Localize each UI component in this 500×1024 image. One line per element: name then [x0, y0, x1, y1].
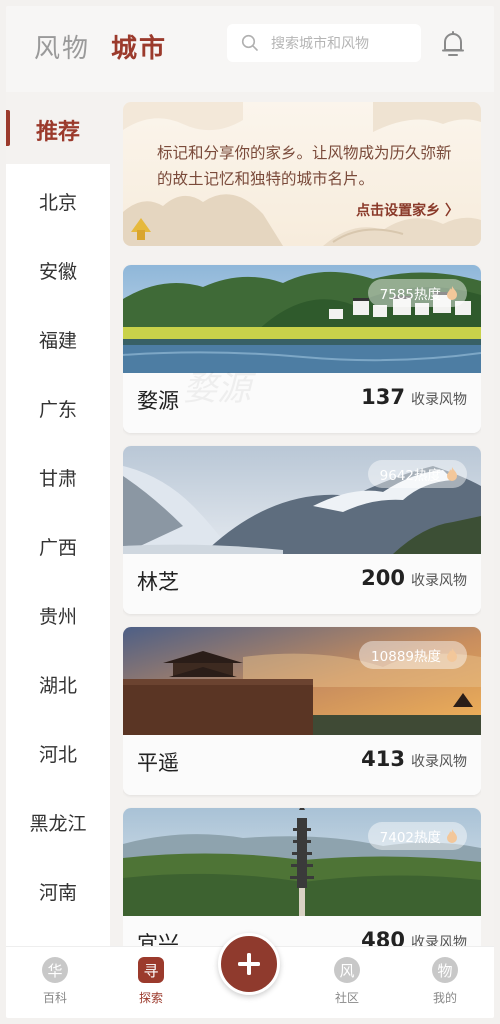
city-card-linzhi[interactable]: 9642热度 林芝 200 收录风物: [123, 446, 481, 614]
heat-value: 7585热度: [379, 287, 441, 303]
add-button[interactable]: [218, 933, 280, 995]
nav-item-explore[interactable]: 寻 探索: [116, 957, 186, 1006]
sidebar-item-hubei[interactable]: 湖北: [6, 671, 110, 698]
sidebar-item-heilongjiang[interactable]: 黑龙江: [6, 809, 110, 836]
nav-label: 社区: [334, 991, 359, 1005]
heat-badge: 7585热度: [367, 279, 467, 307]
sidebar-item-fujian[interactable]: 福建: [6, 326, 110, 353]
city-name: 婺源: [137, 389, 179, 413]
city-card-pingyao[interactable]: 10889热度 平遥 413 收录风物: [123, 627, 481, 795]
nav-item-community[interactable]: 风 社区: [312, 957, 382, 1006]
city-name: 平遥: [137, 751, 179, 775]
fengwu-count: 137 收录风物: [361, 385, 467, 409]
feng-icon: 风: [334, 957, 360, 983]
set-hometown-link[interactable]: 点击设置家乡 〉: [356, 200, 459, 220]
nav-item-baike[interactable]: 华 百科: [20, 957, 90, 1006]
heat-badge: 10889热度: [359, 641, 467, 669]
sidebar-item-anhui[interactable]: 安徽: [6, 257, 110, 284]
card-info: 林芝 200 收录风物: [123, 554, 481, 614]
plus-icon: [238, 953, 260, 975]
sidebar-item-henan[interactable]: 河南: [6, 878, 110, 905]
city-list: 标记和分享你的家乡。让风物成为历久弥新的故土记忆和独特的城市名片。 点击设置家乡…: [123, 102, 481, 952]
tab-fengwu[interactable]: 风物: [34, 28, 90, 65]
top-header: 风物 城市 搜索城市和风物: [6, 6, 494, 92]
count-unit: 收录风物: [411, 392, 467, 408]
count-unit: 收录风物: [411, 754, 467, 770]
bottom-navigation: 华 百科 寻 探索 风 社区 物 我的: [6, 933, 494, 1018]
city-card-yixing[interactable]: 7402热度 宜兴 480 收录风物: [123, 808, 481, 952]
sidebar-item-beijing[interactable]: 北京: [6, 188, 110, 215]
flame-icon: [447, 648, 457, 662]
count-number: 200: [361, 566, 405, 590]
sidebar-item-recommend[interactable]: 推荐: [6, 114, 110, 146]
count-number: 413: [361, 747, 405, 771]
wu-icon: 物: [432, 957, 458, 983]
banner-text: 标记和分享你的家乡。让风物成为历久弥新的故土记忆和独特的城市名片。: [157, 144, 452, 188]
heat-badge: 9642热度: [367, 460, 467, 488]
search-icon: [241, 34, 258, 51]
heat-value: 7402热度: [379, 830, 441, 846]
heat-badge: 7402热度: [367, 822, 467, 850]
sidebar-item-guizhou[interactable]: 贵州: [6, 602, 110, 629]
flame-icon: [447, 467, 457, 481]
sidebar-item-gansu[interactable]: 甘肃: [6, 464, 110, 491]
search-placeholder: 搜索城市和风物: [271, 36, 369, 52]
sidebar-item-hebei[interactable]: 河北: [6, 740, 110, 767]
flame-icon: [447, 286, 457, 300]
nav-label: 我的: [432, 991, 457, 1005]
fengwu-count: 413 收录风物: [361, 747, 467, 771]
tab-city[interactable]: 城市: [111, 28, 167, 65]
province-sidebar: 推荐 北京 安徽 福建 广东 甘肃 广西 贵州 湖北 河北 黑龙江 河南 湖南: [6, 92, 110, 970]
heat-value: 10889热度: [371, 649, 441, 665]
app-screen: 风物 城市 搜索城市和风物 推荐 北京 安徽 福建 广东 甘肃 广西 贵州 湖北…: [6, 6, 494, 1018]
hometown-banner[interactable]: 标记和分享你的家乡。让风物成为历久弥新的故土记忆和独特的城市名片。 点击设置家乡…: [123, 102, 481, 246]
card-watermark: 婺源: [183, 369, 251, 409]
flame-icon: [447, 829, 457, 843]
sidebar-item-guangxi[interactable]: 广西: [6, 533, 110, 560]
hua-icon: 华: [42, 957, 68, 983]
fengwu-count: 200 收录风物: [361, 566, 467, 590]
city-name: 林芝: [137, 570, 179, 594]
count-unit: 收录风物: [411, 573, 467, 589]
nav-item-mine[interactable]: 物 我的: [410, 957, 480, 1006]
xun-icon: 寻: [138, 957, 164, 983]
search-input[interactable]: 搜索城市和风物: [227, 24, 421, 62]
card-info: 婺源 婺源 137 收录风物: [123, 369, 481, 433]
heat-value: 9642热度: [379, 468, 441, 484]
nav-label: 探索: [138, 991, 163, 1005]
nav-label: 百科: [42, 991, 67, 1005]
city-card-wuyuan[interactable]: 7585热度 婺源 婺源 137 收录风物: [123, 265, 481, 433]
count-number: 137: [361, 385, 405, 409]
sidebar-item-guangdong[interactable]: 广东: [6, 395, 110, 422]
card-info: 平遥 413 收录风物: [123, 735, 481, 795]
bell-icon[interactable]: [440, 30, 466, 58]
